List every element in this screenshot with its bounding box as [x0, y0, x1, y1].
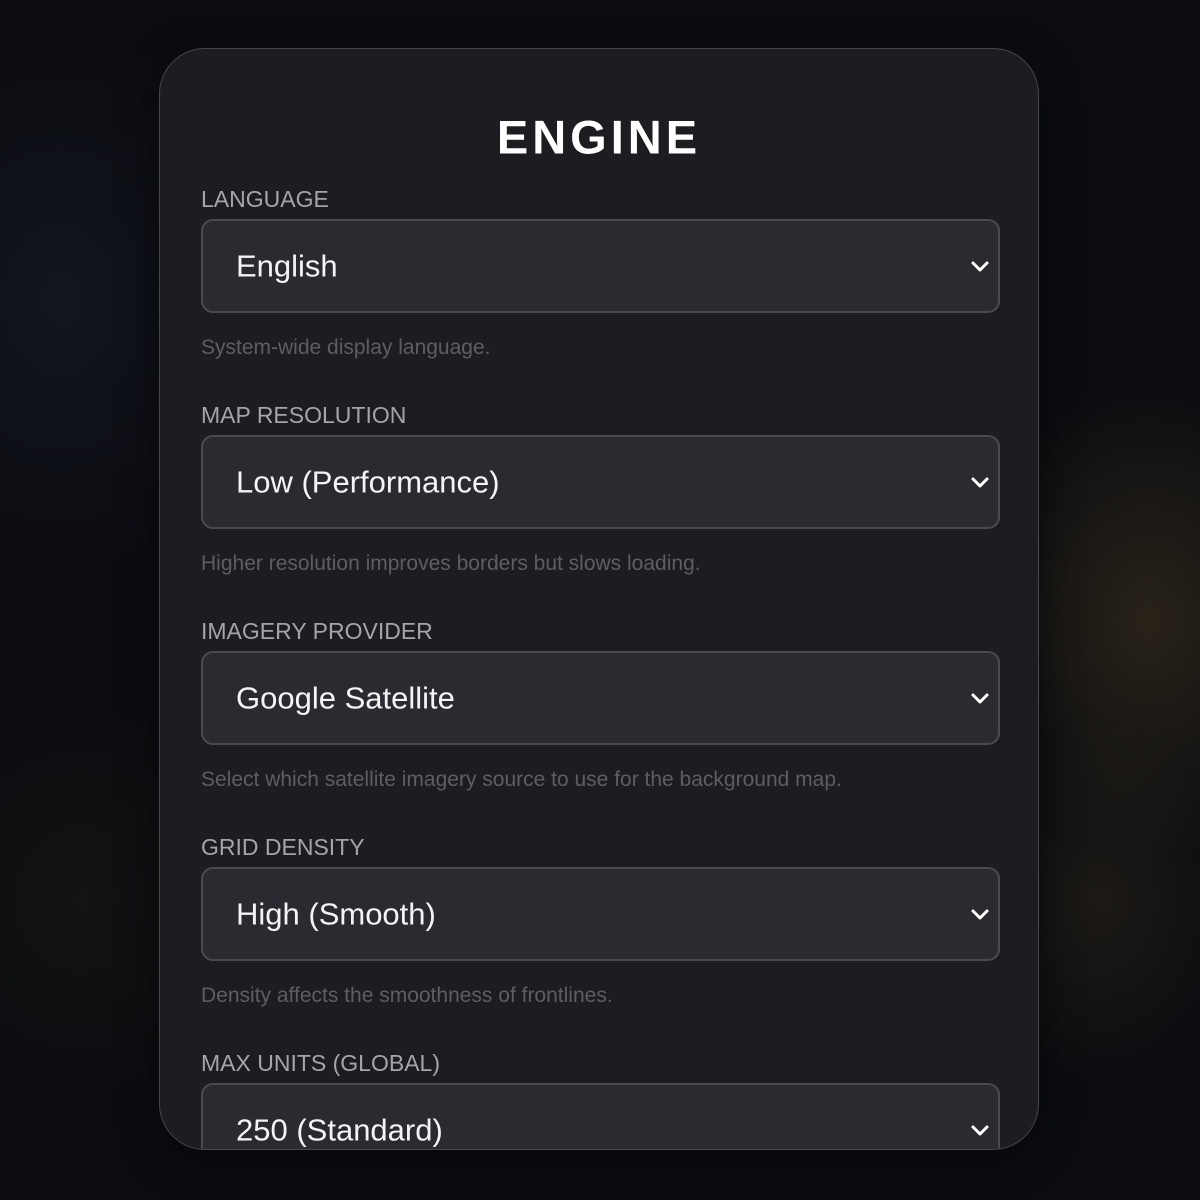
map-resolution-select[interactable]: Low (Performance)	[201, 435, 1000, 529]
grid-density-label: GRID DENSITY	[201, 834, 365, 860]
map-resolution-label: MAP RESOLUTION	[201, 402, 407, 428]
engine-settings-panel: ENGINE LANGUAGE English System-wide disp…	[159, 48, 1039, 1150]
grid-density-select-value: High (Smooth)	[236, 896, 436, 932]
map-resolution-help-text: Higher resolution improves borders but s…	[201, 552, 701, 575]
grid-density-help-text: Density affects the smoothness of frontl…	[201, 984, 613, 1007]
map-resolution-select-value: Low (Performance)	[236, 464, 500, 500]
chevron-down-icon	[970, 256, 990, 276]
max-units-label: MAX UNITS (GLOBAL)	[201, 1050, 440, 1076]
chevron-down-icon	[970, 904, 990, 924]
chevron-down-icon	[970, 1120, 990, 1140]
chevron-down-icon	[970, 688, 990, 708]
imagery-provider-label: IMAGERY PROVIDER	[201, 618, 433, 644]
language-select-value: English	[236, 248, 338, 284]
language-label: LANGUAGE	[201, 186, 329, 212]
imagery-provider-select-value: Google Satellite	[236, 680, 455, 716]
panel-title: ENGINE	[496, 110, 702, 164]
grid-density-select[interactable]: High (Smooth)	[201, 867, 1000, 961]
language-select[interactable]: English	[201, 219, 1000, 313]
max-units-select[interactable]: 250 (Standard)	[201, 1083, 1000, 1149]
imagery-provider-help-text: Select which satellite imagery source to…	[201, 768, 842, 791]
language-help-text: System-wide display language.	[201, 336, 491, 359]
chevron-down-icon	[970, 472, 990, 492]
imagery-provider-select[interactable]: Google Satellite	[201, 651, 1000, 745]
max-units-select-value: 250 (Standard)	[236, 1112, 443, 1148]
